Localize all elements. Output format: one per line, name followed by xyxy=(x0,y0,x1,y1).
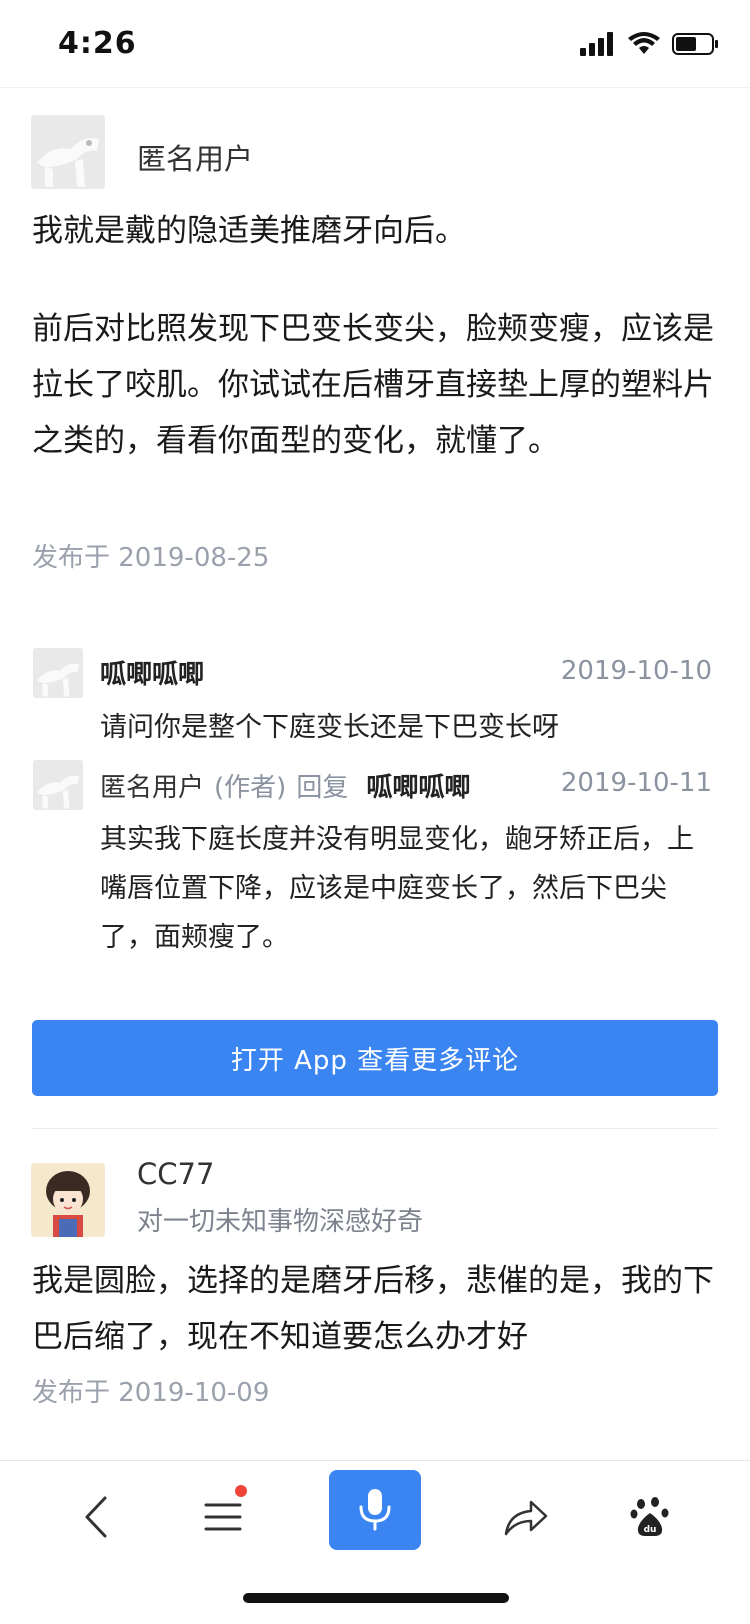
reply-avatar[interactable] xyxy=(33,760,83,810)
answer-publish-date: 发布于 2019-08-25 xyxy=(32,543,270,573)
svg-text:du: du xyxy=(644,1525,657,1535)
comment-text: 请问你是整个下庭变长还是下巴变长呀 xyxy=(100,712,559,743)
divider xyxy=(32,1128,718,1129)
menu-icon xyxy=(204,1503,242,1531)
comment-author-name[interactable]: 呱唧呱唧 xyxy=(100,654,204,691)
reply-target-name[interactable]: 呱唧呱唧 xyxy=(366,767,470,804)
reply-date: 2019-10-11 xyxy=(560,768,712,798)
author-avatar[interactable] xyxy=(31,115,105,189)
microphone-icon xyxy=(359,1489,391,1531)
author-tag: (作者) xyxy=(214,773,287,803)
anonymous-avatar-icon xyxy=(33,648,83,698)
baidu-home-button[interactable]: du xyxy=(620,1487,680,1547)
anonymous-avatar-icon xyxy=(31,115,105,189)
answer2-author-name[interactable]: CC77 xyxy=(137,1157,214,1191)
reply-word: 回复 xyxy=(296,773,349,803)
bottom-nav-bar: du xyxy=(0,1460,750,1624)
baidu-paw-icon: du xyxy=(630,1497,669,1536)
cc77-avatar[interactable] xyxy=(31,1163,105,1237)
comment-date: 2019-10-10 xyxy=(560,656,712,686)
status-bar: 4:26 xyxy=(0,0,750,88)
reply-text: 其实我下庭长度并没有明显变化，龅牙矫正后，上嘴唇位置下降，应该是中庭变长了，然后… xyxy=(100,824,694,953)
answer-paragraph-2: 前后对比照发现下巴变长变尖，脸颊变瘦，应该是拉长了咬肌。你试试在后槽牙直接垫上厚… xyxy=(32,311,714,459)
battery-icon xyxy=(672,32,720,60)
back-button[interactable] xyxy=(66,1487,126,1547)
home-indicator xyxy=(243,1593,509,1603)
reply-author-name[interactable]: 匿名用户 xyxy=(100,767,204,804)
voice-search-button[interactable] xyxy=(329,1470,421,1550)
answer2-paragraph: 我是圆脸，选择的是磨牙后移，悲催的是，我的下巴后缩了，现在不知道要怎么办才好 xyxy=(32,1263,714,1355)
answer-paragraph-1: 我就是戴的隐适美推磨牙向后。 xyxy=(32,213,466,249)
anonymous-avatar-icon xyxy=(33,760,83,810)
answer2-author-bio: 对一切未知事物深感好奇 xyxy=(137,1207,424,1237)
back-icon xyxy=(85,1496,107,1538)
reply-header: 匿名用户 (作者) 回复 呱唧呱唧 xyxy=(100,767,470,804)
status-time: 4:26 xyxy=(58,26,137,61)
girl-avatar-icon xyxy=(31,1163,105,1237)
share-icon xyxy=(504,1500,548,1536)
answer2-publish-date: 发布于 2019-10-09 xyxy=(32,1378,270,1408)
signal-icon xyxy=(580,32,616,60)
menu-button[interactable] xyxy=(193,1485,253,1547)
open-app-button[interactable]: 打开 App 查看更多评论 xyxy=(32,1020,718,1096)
wifi-icon xyxy=(628,32,660,60)
author-name[interactable]: 匿名用户 xyxy=(137,136,253,178)
status-icons xyxy=(580,30,720,62)
share-button[interactable] xyxy=(496,1487,556,1547)
comment-avatar[interactable] xyxy=(33,648,83,698)
notification-dot xyxy=(235,1485,247,1497)
